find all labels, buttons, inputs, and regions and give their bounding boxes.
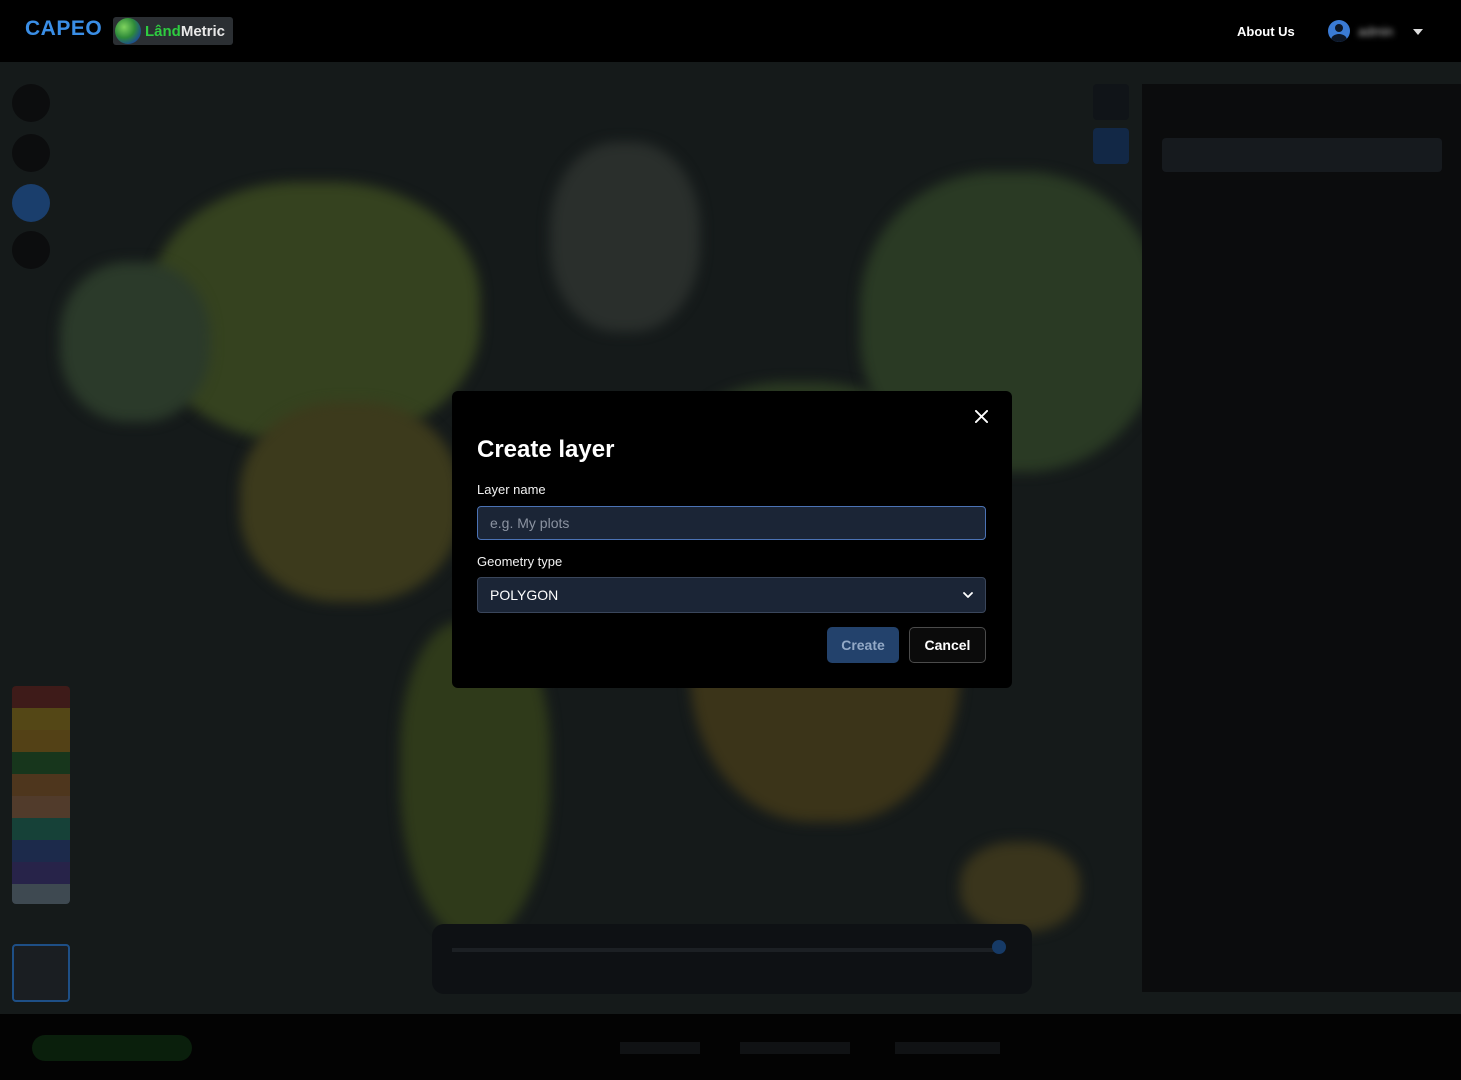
- layer-name-input[interactable]: [477, 506, 986, 540]
- globe-icon: [115, 18, 141, 44]
- map-tool-button[interactable]: [12, 84, 50, 122]
- dialog-title: Create layer: [477, 436, 615, 463]
- time-slider-handle[interactable]: [992, 940, 1006, 954]
- map-tool-button[interactable]: [12, 231, 50, 269]
- logo-word-land: Lând: [145, 22, 181, 40]
- map-landmass: [240, 402, 460, 602]
- status-pill: [32, 1035, 192, 1061]
- footer-links[interactable]: [620, 1042, 1040, 1054]
- map-control-button[interactable]: [1093, 128, 1129, 164]
- layers-sidebar: [1142, 84, 1461, 992]
- top-navbar: CAPEO LândMetric About Us admin: [0, 0, 1461, 62]
- cancel-button[interactable]: Cancel: [909, 627, 986, 663]
- logo-word-metric: Metric: [180, 22, 226, 40]
- landmetric-logo[interactable]: LândMetric: [113, 17, 233, 45]
- create-button[interactable]: Create: [827, 627, 899, 663]
- chevron-down-icon: [963, 592, 973, 598]
- time-slider-panel: [432, 924, 1032, 994]
- map-tool-button[interactable]: [12, 134, 50, 172]
- chevron-down-icon[interactable]: [1413, 29, 1423, 35]
- user-icon[interactable]: [1328, 20, 1350, 42]
- map-landmass: [60, 262, 210, 422]
- map-landmass: [550, 142, 700, 332]
- user-name[interactable]: admin: [1358, 24, 1402, 39]
- time-slider-track[interactable]: [452, 948, 1002, 952]
- sidebar-search-input[interactable]: [1162, 138, 1442, 172]
- geometry-type-value: POLYGON: [490, 587, 559, 603]
- basemap-switcher[interactable]: [12, 944, 70, 1002]
- geometry-type-select[interactable]: POLYGON: [477, 577, 986, 613]
- map-tool-button[interactable]: [12, 184, 50, 222]
- about-us-link[interactable]: About Us: [1237, 24, 1295, 39]
- close-icon[interactable]: [969, 404, 993, 428]
- footer: [0, 1014, 1461, 1080]
- map-landmass: [960, 842, 1080, 932]
- color-legend: [12, 686, 70, 904]
- geometry-type-label: Geometry type: [477, 554, 563, 569]
- brand-title[interactable]: CAPEO: [25, 17, 102, 41]
- layer-name-label: Layer name: [477, 482, 546, 497]
- map-control-button[interactable]: [1093, 84, 1129, 120]
